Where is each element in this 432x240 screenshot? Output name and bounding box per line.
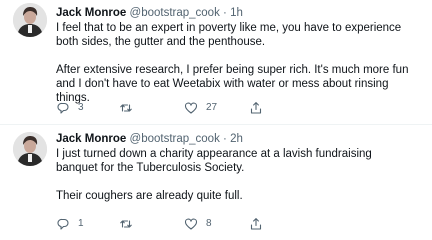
author-name[interactable]: Jack Monroe	[56, 133, 126, 145]
tweet-feed: Jack Monroe @bootstrap_cook · 1h I feel …	[0, 0, 432, 240]
author-handle[interactable]: @bootstrap_cook	[130, 133, 220, 145]
like-icon	[184, 101, 198, 115]
like-button[interactable]: 8	[184, 217, 212, 231]
tweet-text: I just turned down a charity appearance …	[56, 147, 416, 203]
tweet-paragraph: After extensive research, I prefer being…	[56, 64, 409, 104]
like-count: 8	[206, 218, 212, 229]
share-icon	[249, 217, 263, 231]
share-button[interactable]	[249, 217, 263, 231]
reply-button[interactable]: 3	[56, 101, 84, 115]
tweet-header: Jack Monroe @bootstrap_cook · 1h	[56, 6, 243, 20]
retweet-icon	[119, 217, 133, 231]
reply-count: 3	[78, 102, 84, 113]
tweet[interactable]: Jack Monroe @bootstrap_cook · 1h I feel …	[0, 0, 432, 125]
tweet-actions: 3 27	[56, 101, 356, 115]
retweet-button[interactable]	[119, 217, 141, 231]
share-button[interactable]	[249, 101, 263, 115]
tweet[interactable]: Jack Monroe @bootstrap_cook · 2h I just …	[0, 125, 432, 240]
avatar[interactable]	[13, 132, 47, 166]
reply-icon	[56, 217, 70, 231]
reply-count: 1	[78, 218, 84, 229]
retweet-button[interactable]	[119, 101, 141, 115]
like-count: 27	[206, 102, 218, 113]
reply-icon	[56, 101, 70, 115]
author-name[interactable]: Jack Monroe	[56, 7, 126, 19]
tweet-paragraph: Their coughers are already quite full.	[56, 190, 243, 202]
author-handle[interactable]: @bootstrap_cook	[130, 7, 220, 19]
tweet-paragraph: I just turned down a charity appearance …	[56, 148, 372, 174]
reply-button[interactable]: 1	[56, 217, 84, 231]
separator-dot: ·	[223, 133, 227, 145]
retweet-icon	[119, 101, 133, 115]
avatar[interactable]	[13, 3, 47, 37]
tweet-paragraph: I feel that to be an expert in poverty l…	[56, 22, 402, 48]
share-icon	[249, 101, 263, 115]
tweet-header: Jack Monroe @bootstrap_cook · 2h	[56, 132, 243, 146]
separator-dot: ·	[223, 7, 227, 19]
timestamp[interactable]: 1h	[230, 7, 243, 19]
like-button[interactable]: 27	[184, 101, 217, 115]
timestamp[interactable]: 2h	[230, 133, 243, 145]
tweet-actions: 1 8	[56, 217, 356, 231]
tweet-text: I feel that to be an expert in poverty l…	[56, 21, 416, 105]
like-icon	[184, 217, 198, 231]
